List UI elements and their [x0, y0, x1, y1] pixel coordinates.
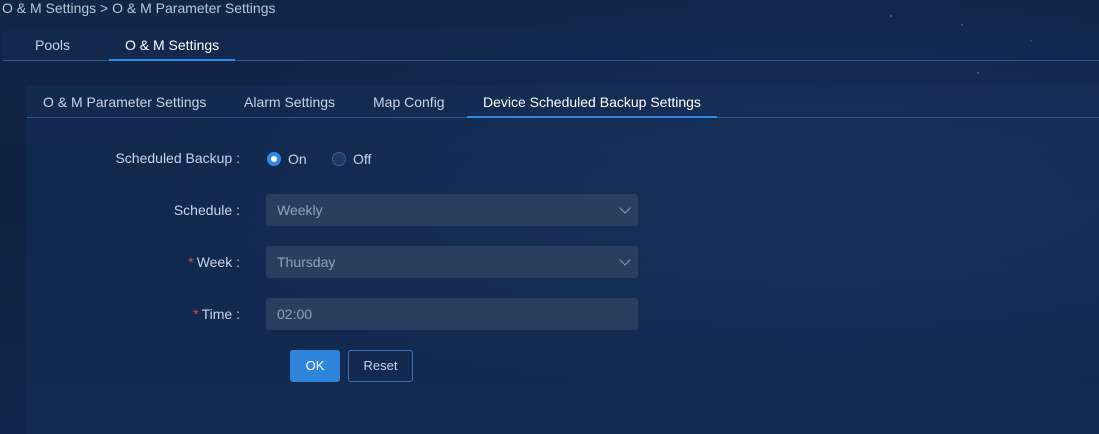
time-input[interactable]: 02:00	[266, 298, 638, 330]
settings-panel: O & M Parameter Settings Alarm Settings …	[27, 86, 1099, 434]
background-star	[961, 24, 963, 26]
radio-on-label[interactable]: On	[288, 149, 307, 169]
tab-om-parameter-settings[interactable]: O & M Parameter Settings	[43, 86, 206, 117]
sub-tab-bar: O & M Parameter Settings Alarm Settings …	[27, 86, 1099, 118]
schedule-value: Weekly	[277, 202, 323, 218]
tab-alarm-settings[interactable]: Alarm Settings	[244, 86, 335, 117]
tab-pools[interactable]: Pools	[35, 30, 70, 60]
page-root: O & M Settings > O & M Parameter Setting…	[0, 0, 1099, 434]
top-tab-bar: Pools O & M Settings	[3, 30, 1099, 61]
time-value: 02:00	[277, 306, 313, 322]
schedule-select[interactable]: Weekly	[266, 194, 638, 226]
week-value: Thursday	[277, 254, 336, 270]
time-label: Time :	[201, 306, 240, 322]
time-label-row: * Time :	[40, 304, 240, 324]
schedule-label: Schedule :	[173, 202, 240, 218]
breadcrumb: O & M Settings > O & M Parameter Setting…	[2, 0, 276, 16]
scheduled-backup-label: Scheduled Backup :	[115, 150, 240, 166]
required-mark: *	[193, 306, 199, 322]
tab-map-config[interactable]: Map Config	[373, 86, 445, 117]
tab-device-scheduled-backup-settings[interactable]: Device Scheduled Backup Settings	[467, 86, 717, 118]
reset-button[interactable]: Reset	[348, 350, 413, 382]
chevron-down-icon	[619, 254, 631, 266]
background-star	[977, 72, 979, 74]
required-mark: *	[188, 254, 194, 270]
week-label-row: * Week :	[40, 252, 240, 272]
radio-off-label[interactable]: Off	[353, 149, 371, 169]
week-label: Week :	[196, 254, 240, 270]
ok-button[interactable]: OK	[290, 350, 340, 382]
background-star	[890, 15, 892, 17]
radio-off[interactable]	[332, 152, 346, 166]
week-select[interactable]: Thursday	[266, 246, 638, 278]
tab-om-settings[interactable]: O & M Settings	[109, 30, 236, 61]
radio-on[interactable]	[267, 152, 281, 166]
chevron-down-icon	[619, 202, 631, 214]
